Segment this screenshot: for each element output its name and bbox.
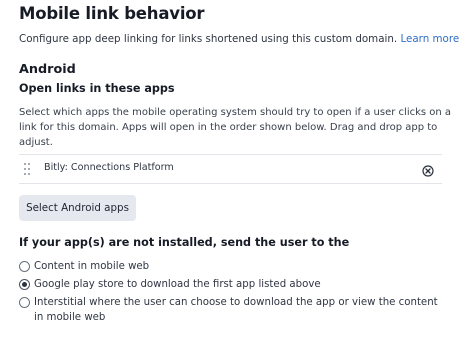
fallback-heading: If your app(s) are not installed, send t… <box>19 236 350 249</box>
drag-handle-icon[interactable] <box>24 163 31 175</box>
close-circle-icon[interactable] <box>422 162 434 177</box>
radio-button[interactable] <box>19 261 30 272</box>
android-description: Select which apps the mobile operating s… <box>19 107 452 148</box>
radio-option-play-store[interactable]: Google play store to download the first … <box>19 277 449 292</box>
open-links-heading: Open links in these apps <box>19 82 175 95</box>
app-name: Bitly: Connections Platform <box>44 162 174 173</box>
radio-option-mobile-web[interactable]: Content in mobile web <box>19 259 449 274</box>
radio-button[interactable] <box>19 297 30 308</box>
android-section-title: Android <box>19 62 76 77</box>
select-android-apps-button[interactable]: Select Android apps <box>19 195 136 221</box>
radio-button-selected[interactable] <box>19 279 30 290</box>
learn-more-link[interactable]: Learn more <box>400 33 459 45</box>
page-title: Mobile link behavior <box>19 4 205 23</box>
radio-label: Interstitial where the user can choose t… <box>34 297 438 323</box>
subtitle-text: Configure app deep linking for links sho… <box>19 33 398 45</box>
radio-option-interstitial[interactable]: Interstitial where the user can choose t… <box>19 295 449 325</box>
radio-label: Content in mobile web <box>34 261 150 272</box>
page-subtitle: Configure app deep linking for links sho… <box>19 33 459 45</box>
app-list-item[interactable]: Bitly: Connections Platform <box>19 154 442 184</box>
radio-label: Google play store to download the first … <box>34 279 321 290</box>
